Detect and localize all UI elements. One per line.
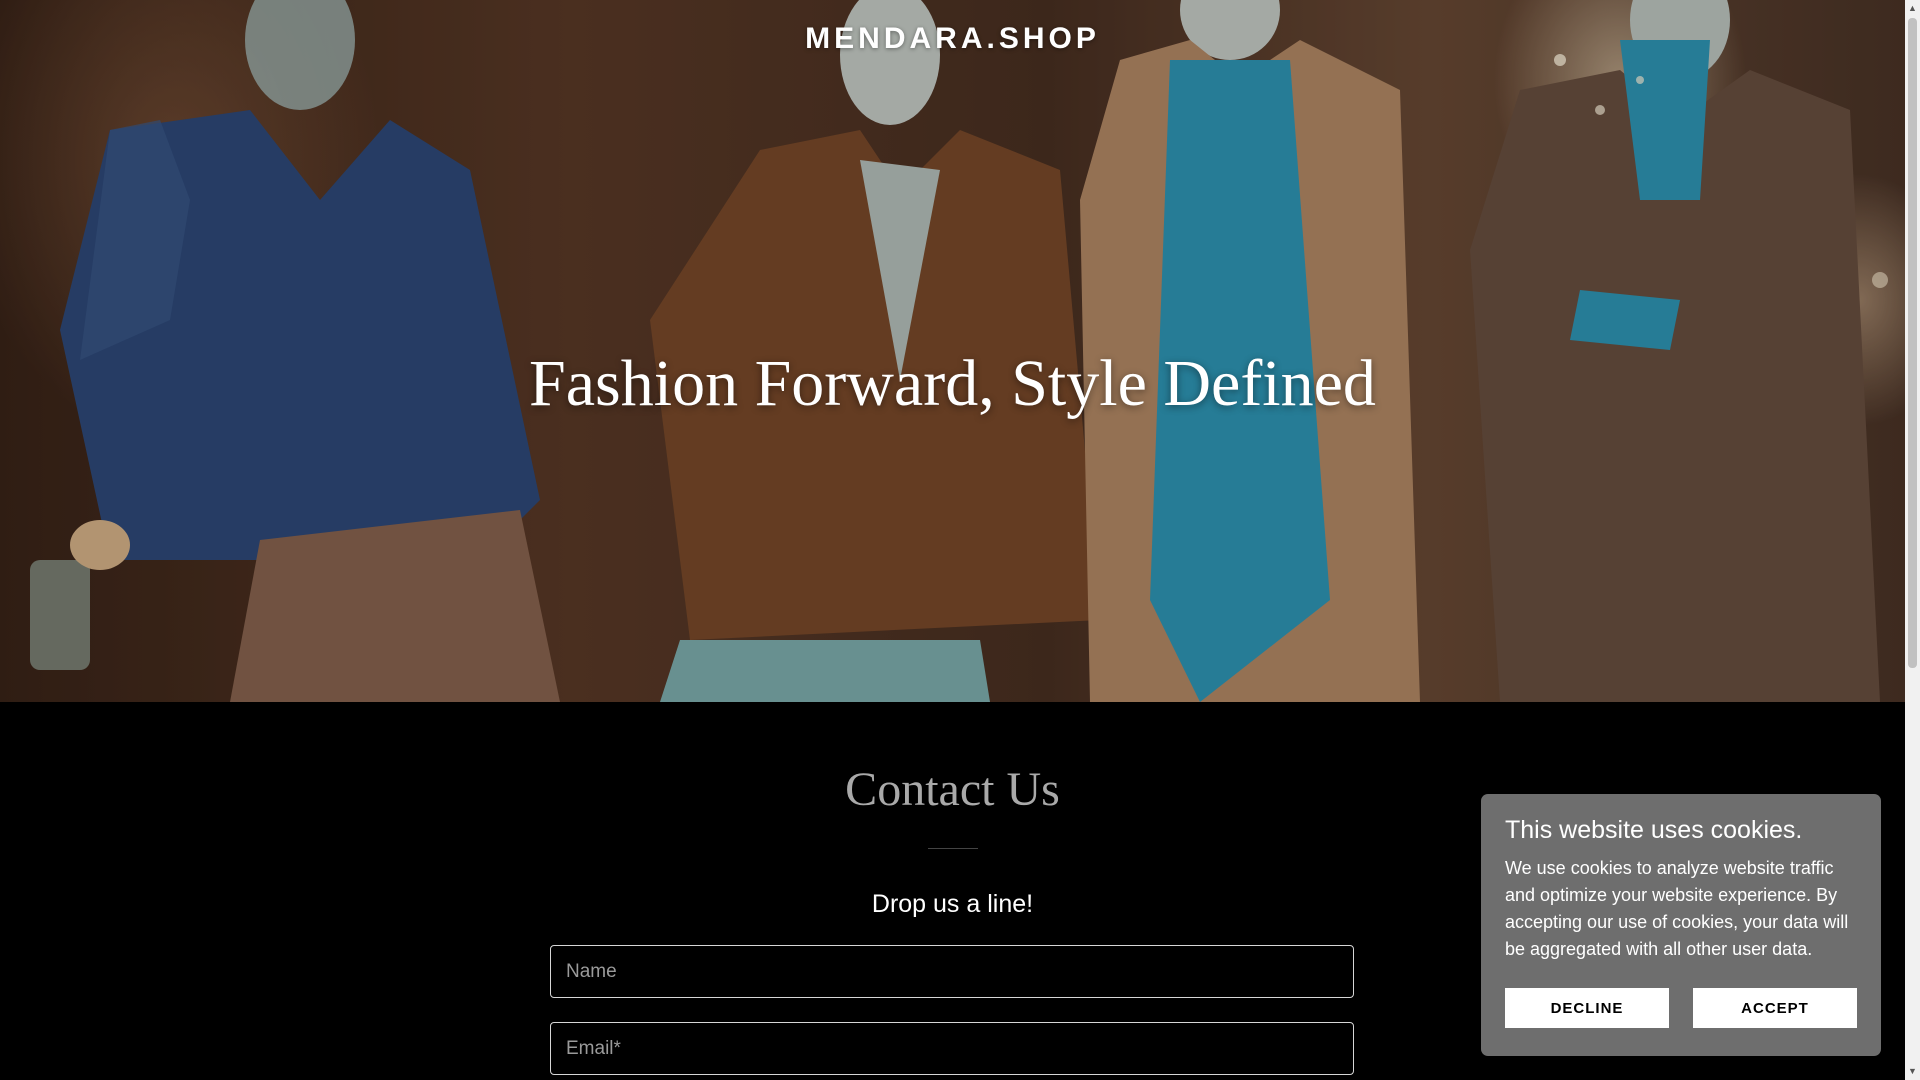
page-scrollbar[interactable]: ▲ ▼ <box>1905 0 1920 1080</box>
cookie-banner-title: This website uses cookies. <box>1505 816 1803 844</box>
email-field[interactable] <box>550 1022 1354 1075</box>
section-divider <box>928 848 978 849</box>
name-field[interactable] <box>550 945 1354 998</box>
accept-button[interactable]: ACCEPT <box>1693 988 1857 1028</box>
hero-headline: Fashion Forward, Style Defined <box>529 347 1376 420</box>
site-brand[interactable]: MENDARA.SHOP <box>0 22 1905 56</box>
hero-banner: MENDARA.SHOP Fashion Forward, Style Defi… <box>0 0 1905 702</box>
scrollbar-thumb[interactable] <box>1908 18 1917 668</box>
cookie-banner-text: We use cookies to analyze website traffi… <box>1505 858 1849 959</box>
scroll-down-icon[interactable]: ▼ <box>1907 1066 1918 1077</box>
scroll-up-icon[interactable]: ▲ <box>1907 3 1918 14</box>
decline-button[interactable]: DECLINE <box>1505 988 1669 1028</box>
cookie-banner: This website uses cookies. We use cookie… <box>1481 794 1881 1056</box>
